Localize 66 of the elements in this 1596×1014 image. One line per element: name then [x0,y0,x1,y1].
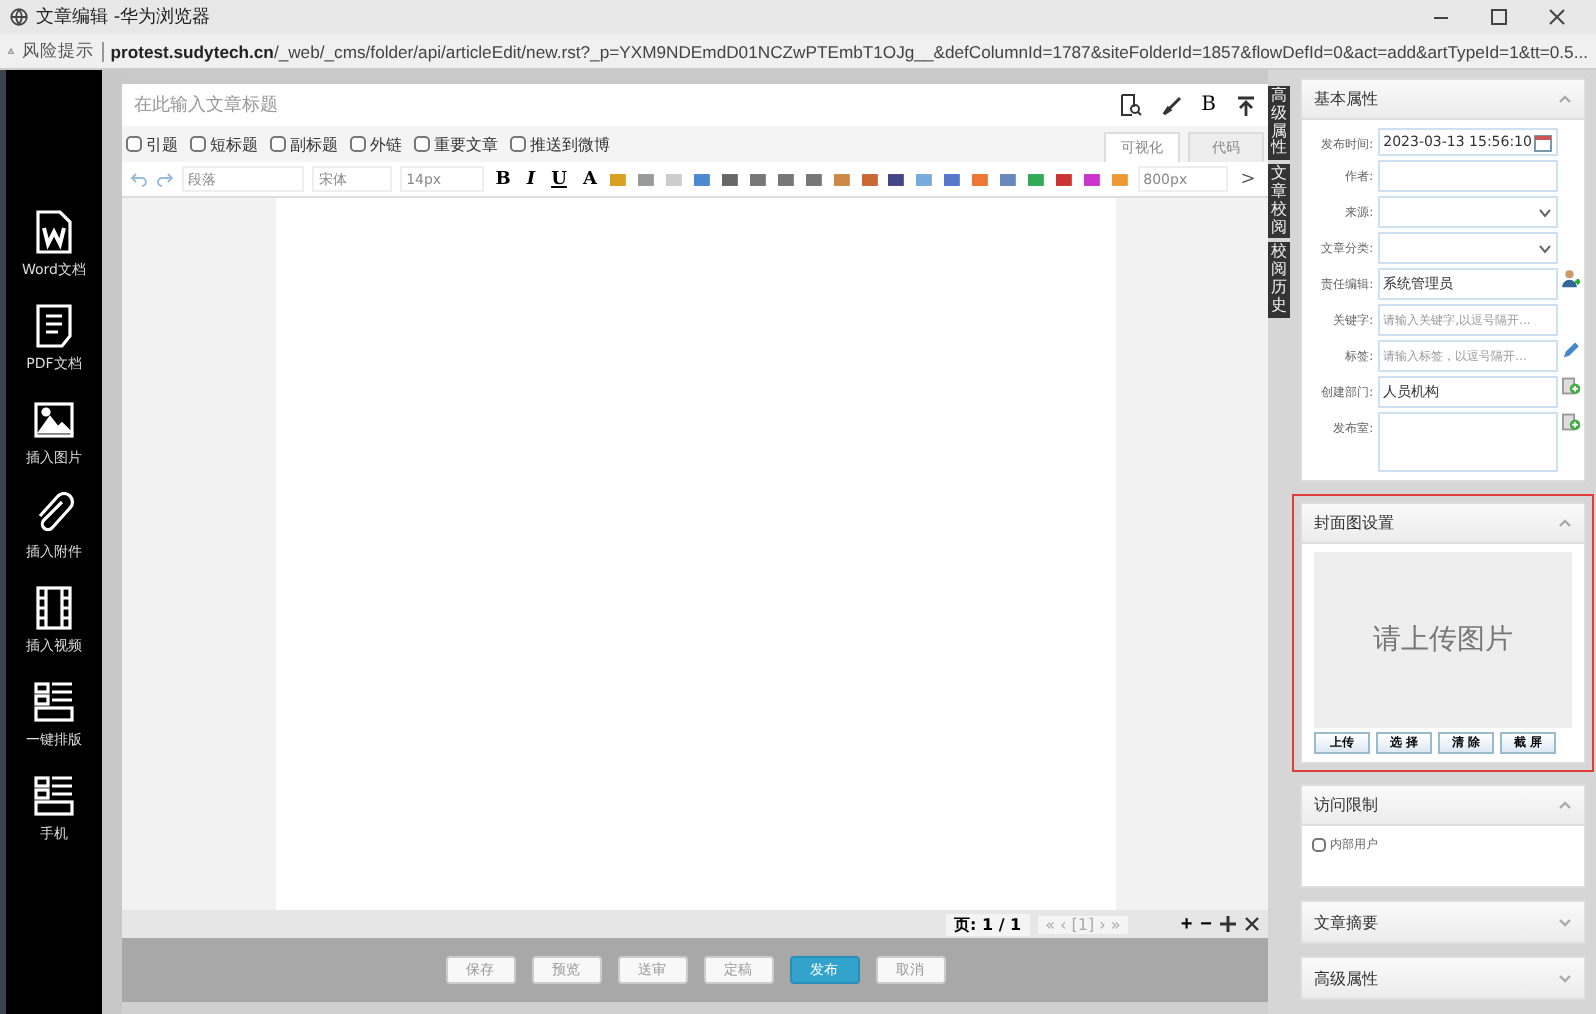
risk-warning[interactable]: 风险提示 [21,39,94,63]
option-label: 副标题 [290,133,338,155]
add-icon[interactable] [1561,376,1581,396]
word-document-icon [32,210,76,254]
panel-title: 封面图设置 [1314,512,1394,534]
checkbox[interactable] [350,136,366,152]
bold-toggle[interactable]: B [1201,94,1216,116]
collapse-icon[interactable] [1558,518,1572,528]
field-input[interactable] [1377,160,1558,192]
url-text[interactable]: protest.sudytech.cn/_web/_cms/folder/api/articleEdit/new.rst?_p=YXM9NDEmdD01NCZwPTEmbT1OJg__&defColumnId=1787&siteFolderId=1857&flowDefId=0&act=add&artTypeId=1&tt=0.5... [110,41,1588,61]
pin-top-icon[interactable] [1236,95,1256,115]
expand-icon[interactable] [1558,917,1572,927]
field-input[interactable] [1377,232,1558,264]
panel-title: 文章摘要 [1314,911,1378,933]
document-icon [31,304,76,348]
brush-icon[interactable] [1161,95,1182,115]
layout-icon [32,774,76,818]
checkbox[interactable] [190,136,206,152]
image-icon [32,398,76,442]
maximize-icon[interactable] [1490,8,1508,26]
option-label: 短标题 [210,133,258,155]
option-label: 推送到微博 [530,133,610,155]
collapsed-panel[interactable]: 文章摘要 [1300,900,1586,944]
field-input[interactable] [1377,412,1558,472]
page-indicator: 页: 1 / 1 [946,913,1030,935]
font-color-button[interactable]: A [578,169,601,189]
field-input[interactable] [1377,196,1558,228]
bold-button[interactable]: B [491,169,515,189]
side-tab[interactable]: 文章校阅 [1268,164,1290,239]
panel-title: 基本属性 [1314,88,1378,110]
pencil-icon[interactable] [1561,340,1581,360]
side-tab[interactable]: 高级属性 [1268,86,1290,161]
option-label: 引题 [146,133,178,155]
calendar-icon[interactable] [1533,133,1552,151]
layout-icon [32,680,76,724]
underline-button[interactable]: U [547,169,571,189]
panel-title: 访问限制 [1314,794,1378,816]
italic-button[interactable]: I [522,169,540,189]
checkbox[interactable] [1312,838,1326,852]
globe-icon [10,8,28,26]
panel-title: 高级属性 [1314,967,1378,989]
close-icon[interactable] [1548,8,1566,26]
document-search-icon[interactable] [1119,94,1142,116]
zoom-button[interactable]: − [1200,913,1212,935]
dropdown-caret-icon[interactable] [1537,243,1552,253]
expand-icon[interactable] [1558,973,1572,983]
user-add-icon[interactable] [1561,268,1581,288]
collapsed-panel[interactable]: 高级属性 [1300,956,1586,1000]
zoom-button[interactable]: + [1180,913,1193,935]
side-tab[interactable]: 校阅历史 [1268,242,1290,318]
checkbox[interactable] [270,136,286,152]
move-icon[interactable] [1220,916,1236,932]
option-label: 外链 [370,133,402,155]
checkbox[interactable] [510,136,526,152]
checkbox[interactable] [414,136,430,152]
dropdown-caret-icon[interactable] [1537,207,1552,217]
film-icon [32,586,76,630]
collapse-icon[interactable] [1558,800,1572,810]
checkbox[interactable] [126,136,142,152]
add-icon[interactable] [1561,412,1581,432]
option-label: 重要文章 [434,133,498,155]
more-button[interactable]: > [1236,169,1260,189]
title-input[interactable]: 在此输入文章标题 [122,84,1108,126]
collapse-icon[interactable] [1558,94,1572,104]
upload-area[interactable]: 请上传图片 [1314,552,1572,728]
window-title: 文章编辑 -华为浏览器 [36,5,211,30]
